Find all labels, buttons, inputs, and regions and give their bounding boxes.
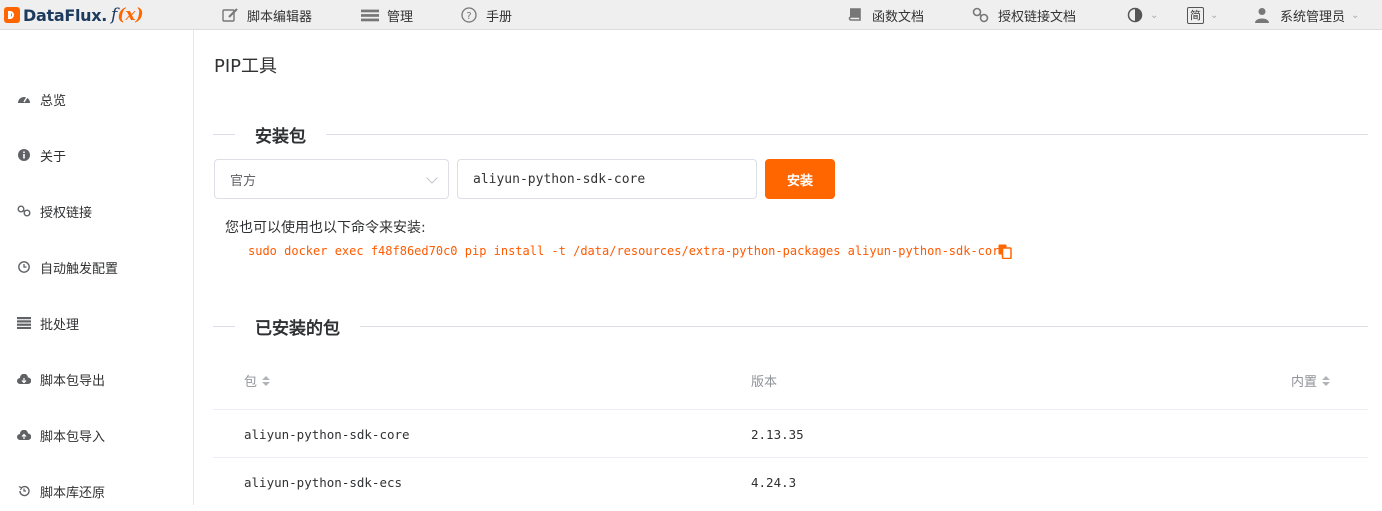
nav-script-editor[interactable]: 脚本编辑器 <box>221 0 312 30</box>
install-button[interactable]: 安装 <box>765 159 835 199</box>
sidebar-item-batch[interactable]: 批处理 <box>0 303 193 343</box>
sidebar: 总览 关于 授权链接 自动触发配置 批处理 脚本包导出 脚本包导入 脚本库还原 <box>0 30 194 505</box>
installed-section-title: 已安装的包 <box>235 314 360 339</box>
nav-manual-label: 手册 <box>486 9 513 25</box>
sort-icon[interactable] <box>262 375 271 386</box>
cloud-upload-icon <box>16 428 31 443</box>
sidebar-item-label: 脚本包导入 <box>40 429 106 445</box>
sidebar-item-label: 脚本包导出 <box>40 373 106 389</box>
nav-management-label: 管理 <box>387 9 414 25</box>
language-select[interactable]: 简 ⌄ <box>1187 0 1218 30</box>
table-cell-version: 2.13.35 <box>751 427 804 442</box>
sidebar-item-label: 授权链接 <box>40 205 93 221</box>
column-header-builtin[interactable]: 内置 <box>1291 371 1331 390</box>
cloud-download-icon <box>16 372 31 387</box>
dashboard-icon <box>16 92 31 107</box>
sidebar-item-script-restore[interactable]: 脚本库还原 <box>0 471 193 511</box>
nav-auth-link-docs-label: 授权链接文档 <box>998 9 1077 25</box>
chevron-down-icon: ⌄ <box>1210 9 1219 21</box>
table-divider <box>213 457 1368 458</box>
nav-script-editor-label: 脚本编辑器 <box>247 9 313 25</box>
column-header-version: 版本 <box>751 371 777 390</box>
user-name: 系统管理员 <box>1280 9 1346 25</box>
column-header-label: 包 <box>244 375 258 390</box>
app-logo[interactable]: DataFlux. f(x) <box>4 3 144 27</box>
top-bar: DataFlux. f(x) 脚本编辑器 管理 ? 手册 函数文档 授权链接文档 <box>0 0 1382 30</box>
sidebar-item-overview[interactable]: 总览 <box>0 79 193 119</box>
source-select[interactable]: 官方 <box>214 159 449 199</box>
sidebar-item-auth-link[interactable]: 授权链接 <box>0 191 193 231</box>
sidebar-item-script-export[interactable]: 脚本包导出 <box>0 359 193 399</box>
install-hint: 您也可以使用也以下命令来安装: <box>225 220 426 236</box>
svg-text:?: ? <box>466 11 471 22</box>
column-header-label: 内置 <box>1291 375 1318 390</box>
nav-auth-link-docs[interactable]: 授权链接文档 <box>972 0 1076 30</box>
user-menu[interactable]: 系统管理员 ⌄ <box>1253 0 1359 30</box>
package-name-input[interactable] <box>457 159 757 199</box>
tasks-icon <box>16 316 31 331</box>
book-icon <box>846 6 864 24</box>
chevron-down-icon: ⌄ <box>1351 9 1360 21</box>
table-cell-package: aliyun-python-sdk-core <box>244 427 410 442</box>
history-icon <box>16 484 31 499</box>
install-section-title: 安装包 <box>235 122 326 147</box>
edit-icon <box>221 6 239 24</box>
sidebar-item-script-import[interactable]: 脚本包导入 <box>0 415 193 455</box>
chevron-down-icon <box>426 172 438 184</box>
copy-icon[interactable] <box>998 244 1012 260</box>
table-cell-version: 4.24.3 <box>751 475 797 490</box>
theme-toggle[interactable]: ⌄ <box>1126 0 1158 30</box>
chevron-down-icon: ⌄ <box>1150 9 1159 21</box>
column-header-package[interactable]: 包 <box>244 371 271 390</box>
installed-section-divider <box>213 326 1368 327</box>
user-icon <box>1253 6 1271 24</box>
language-label: 简 <box>1187 6 1204 24</box>
link-icon <box>16 204 31 219</box>
nav-management[interactable]: 管理 <box>361 0 413 30</box>
sidebar-item-label: 批处理 <box>40 317 80 333</box>
column-header-label: 版本 <box>751 375 778 390</box>
sidebar-item-crontab[interactable]: 自动触发配置 <box>0 247 193 287</box>
info-icon <box>16 148 31 163</box>
link-icon <box>972 6 990 24</box>
sidebar-item-label: 总览 <box>40 93 67 109</box>
sidebar-item-label: 脚本库还原 <box>40 485 106 501</box>
clock-icon <box>16 260 31 275</box>
sidebar-item-label: 关于 <box>40 149 67 165</box>
nav-func-docs-label: 函数文档 <box>872 9 925 25</box>
page-title: PIP工具 <box>214 56 278 77</box>
main-content: PIP工具 安装包 官方 安装 您也可以使用也以下命令来安装: sudo doc… <box>194 30 1382 505</box>
logo-mark-icon <box>4 7 20 23</box>
logo-fx: f(x) <box>111 5 144 25</box>
server-icon <box>361 6 379 24</box>
table-cell-package: aliyun-python-sdk-ecs <box>244 475 403 490</box>
sidebar-item-label: 自动触发配置 <box>40 261 119 277</box>
install-section-divider <box>213 134 1368 135</box>
table-divider <box>213 409 1368 410</box>
source-select-value: 官方 <box>230 173 257 189</box>
nav-func-docs[interactable]: 函数文档 <box>846 0 924 30</box>
install-command: sudo docker exec f48f86ed70c0 pip instal… <box>248 244 1007 258</box>
question-circle-icon: ? <box>460 6 478 24</box>
sort-icon[interactable] <box>1322 375 1331 386</box>
nav-manual[interactable]: ? 手册 <box>460 0 512 30</box>
sidebar-item-about[interactable]: 关于 <box>0 135 193 175</box>
logo-text: DataFlux. <box>23 5 108 25</box>
contrast-icon <box>1126 6 1144 24</box>
